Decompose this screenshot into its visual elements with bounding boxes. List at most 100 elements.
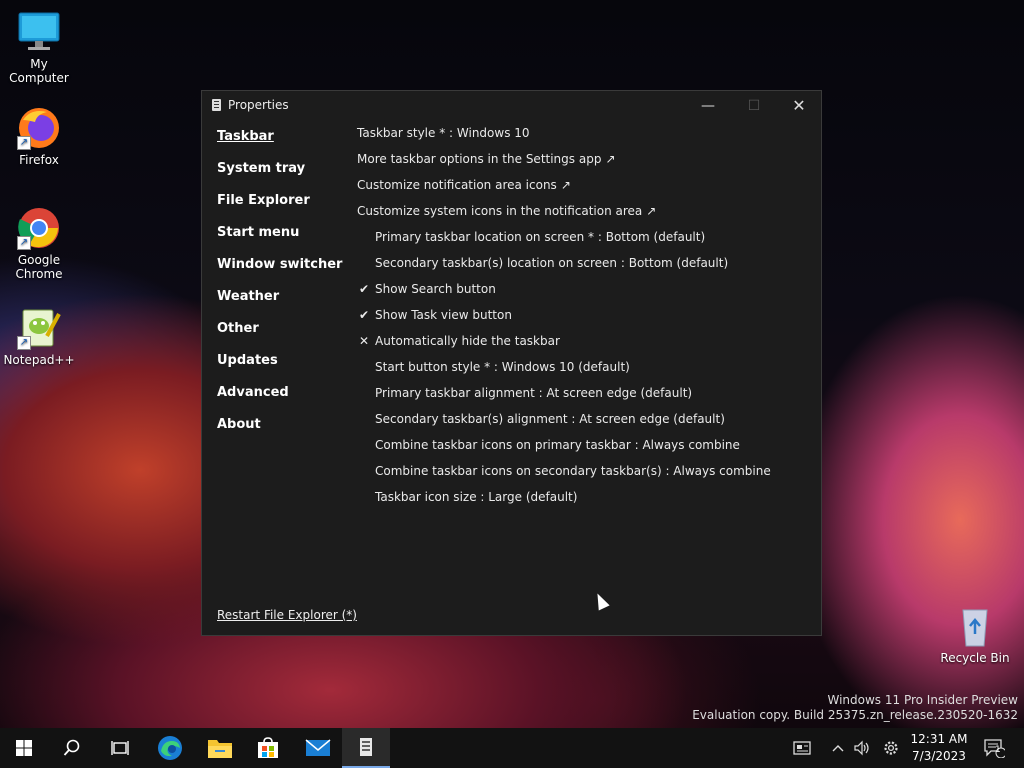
- setting-secondary-taskbar-location[interactable]: Secondary taskbar(s) location on screen …: [357, 255, 807, 281]
- link-customize-notification-icons[interactable]: Customize notification area icons ↗: [357, 177, 807, 203]
- nav-item-other[interactable]: Other: [217, 321, 347, 353]
- taskbar: 12:31 AM 7/3/2023 1: [0, 728, 1024, 768]
- setting-label: Show Search button: [375, 282, 496, 296]
- search-button[interactable]: [48, 728, 96, 768]
- setting-label: More taskbar options in the Settings app: [357, 152, 602, 166]
- properties-window: Properties — ☐ ✕ Taskbar System tray Fil…: [201, 90, 822, 636]
- taskbar-clock[interactable]: 12:31 AM 7/3/2023: [905, 731, 973, 765]
- nav-item-system-tray[interactable]: System tray: [217, 161, 347, 193]
- shortcut-arrow-icon: ↗: [17, 336, 31, 350]
- nav-item-start-menu[interactable]: Start menu: [217, 225, 347, 257]
- search-icon: [63, 739, 80, 756]
- chevron-up-icon: [832, 745, 844, 752]
- windows-logo-icon: [16, 740, 32, 756]
- volume-button[interactable]: [850, 728, 874, 768]
- properties-icon: [212, 99, 221, 111]
- nav-item-window-switcher[interactable]: Window switcher: [217, 257, 347, 289]
- notification-count-badge: 1: [995, 745, 1001, 755]
- build-watermark: Windows 11 Pro Insider Preview Evaluatio…: [692, 693, 1018, 723]
- setting-auto-hide-taskbar[interactable]: ✕ Automatically hide the taskbar: [357, 333, 807, 359]
- store-button[interactable]: [244, 728, 292, 768]
- properties-icon: [360, 738, 372, 756]
- title-bar[interactable]: Properties — ☐ ✕: [202, 91, 821, 121]
- restart-file-explorer-link[interactable]: Restart File Explorer (*): [217, 608, 357, 622]
- gear-icon: [884, 741, 898, 755]
- setting-label: Combine taskbar icons on secondary taskb…: [375, 464, 771, 478]
- nav-item-advanced[interactable]: Advanced: [217, 385, 347, 417]
- setting-primary-taskbar-location[interactable]: Primary taskbar location on screen * : B…: [357, 229, 807, 255]
- shortcut-arrow-icon: ↗: [17, 136, 31, 150]
- folder-icon: [208, 740, 232, 758]
- setting-taskbar-style[interactable]: Taskbar style * : Windows 10: [357, 125, 807, 151]
- setting-show-search-button[interactable]: ✔ Show Search button: [357, 281, 807, 307]
- task-view-button[interactable]: [96, 728, 144, 768]
- setting-taskbar-icon-size[interactable]: Taskbar icon size : Large (default): [357, 489, 807, 515]
- setting-secondary-taskbar-alignment[interactable]: Secondary taskbar(s) alignment : At scre…: [357, 411, 807, 437]
- desktop-icon-recycle-bin[interactable]: Recycle Bin: [937, 604, 1013, 665]
- desktop-icon-chrome[interactable]: ↗ Google Chrome: [1, 206, 77, 281]
- setting-label: Taskbar style * : Windows 10: [357, 126, 530, 140]
- close-button[interactable]: ✕: [776, 91, 822, 121]
- firefox-icon: ↗: [17, 106, 61, 150]
- setting-start-button-style[interactable]: Start button style * : Windows 10 (defau…: [357, 359, 807, 385]
- setting-label: Combine taskbar icons on primary taskbar…: [375, 438, 740, 452]
- setting-label: Show Task view button: [375, 308, 512, 322]
- section-nav: Taskbar System tray File Explorer Start …: [217, 129, 347, 449]
- link-more-taskbar-options[interactable]: More taskbar options in the Settings app…: [357, 151, 807, 177]
- store-icon: [258, 737, 278, 758]
- setting-label: Primary taskbar alignment : At screen ed…: [375, 386, 693, 400]
- taskbar-settings-list: Taskbar style * : Windows 10 More taskba…: [357, 125, 807, 515]
- settings-tray-button[interactable]: [878, 728, 904, 768]
- nav-item-weather[interactable]: Weather: [217, 289, 347, 321]
- external-link-icon: ↗: [605, 152, 616, 166]
- file-explorer-button[interactable]: [196, 728, 244, 768]
- setting-show-task-view-button[interactable]: ✔ Show Task view button: [357, 307, 807, 333]
- desktop-icon-firefox[interactable]: ↗ Firefox: [1, 106, 77, 167]
- checkmark-icon: ✔: [358, 282, 370, 296]
- nav-item-updates[interactable]: Updates: [217, 353, 347, 385]
- shortcut-arrow-icon: ↗: [17, 236, 31, 250]
- minimize-button[interactable]: —: [685, 91, 731, 121]
- external-link-icon: ↗: [646, 204, 657, 218]
- nav-item-about[interactable]: About: [217, 417, 347, 449]
- desktop-icon-label: Notepad++: [3, 353, 75, 367]
- checkmark-icon: ✔: [358, 308, 370, 322]
- maximize-button[interactable]: ☐: [731, 91, 777, 121]
- desktop-icon-label: Recycle Bin: [940, 651, 1010, 665]
- setting-combine-secondary-icons[interactable]: Combine taskbar icons on secondary taskb…: [357, 463, 807, 489]
- notepad-plus-plus-icon: ↗: [17, 306, 61, 350]
- window-title: Properties: [228, 98, 289, 112]
- monitor-icon: [17, 10, 61, 54]
- cross-icon: ✕: [358, 334, 370, 348]
- mail-button[interactable]: [294, 728, 342, 768]
- watermark-line-2: Evaluation copy. Build 25375.zn_release.…: [692, 708, 1018, 722]
- desktop-icon-my-computer[interactable]: My Computer: [1, 10, 77, 85]
- setting-label: Customize system icons in the notificati…: [357, 204, 643, 218]
- link-customize-system-icons[interactable]: Customize system icons in the notificati…: [357, 203, 807, 229]
- desktop-icon-notepad-plus-plus[interactable]: ↗ Notepad++: [1, 306, 77, 367]
- show-hidden-icons-button[interactable]: [828, 728, 848, 768]
- mail-icon: [305, 739, 331, 756]
- setting-label: Automatically hide the taskbar: [375, 334, 560, 348]
- edge-icon: [158, 736, 182, 760]
- setting-label: Customize notification area icons: [357, 178, 557, 192]
- setting-label: Secondary taskbar(s) location on screen …: [375, 256, 729, 270]
- desktop-icon-label: Google Chrome: [15, 253, 63, 281]
- action-center-button[interactable]: 1: [978, 728, 1010, 768]
- nav-item-file-explorer[interactable]: File Explorer: [217, 193, 347, 225]
- speaker-icon: [854, 740, 869, 756]
- setting-primary-taskbar-alignment[interactable]: Primary taskbar alignment : At screen ed…: [357, 385, 807, 411]
- desktop-icon-label: Firefox: [19, 153, 59, 167]
- setting-combine-primary-icons[interactable]: Combine taskbar icons on primary taskbar…: [357, 437, 807, 463]
- nav-item-taskbar[interactable]: Taskbar: [217, 129, 347, 161]
- news-widget-button[interactable]: [788, 728, 816, 768]
- setting-label: Secondary taskbar(s) alignment : At scre…: [375, 412, 725, 426]
- task-view-icon: [111, 741, 129, 755]
- recycle-bin-icon: [953, 604, 997, 648]
- edge-button[interactable]: [146, 728, 194, 768]
- setting-label: Start button style * : Windows 10 (defau…: [375, 360, 630, 374]
- start-button[interactable]: [0, 728, 48, 768]
- properties-app-button[interactable]: [342, 728, 390, 768]
- news-icon: [793, 741, 811, 755]
- external-link-icon: ↗: [560, 178, 571, 192]
